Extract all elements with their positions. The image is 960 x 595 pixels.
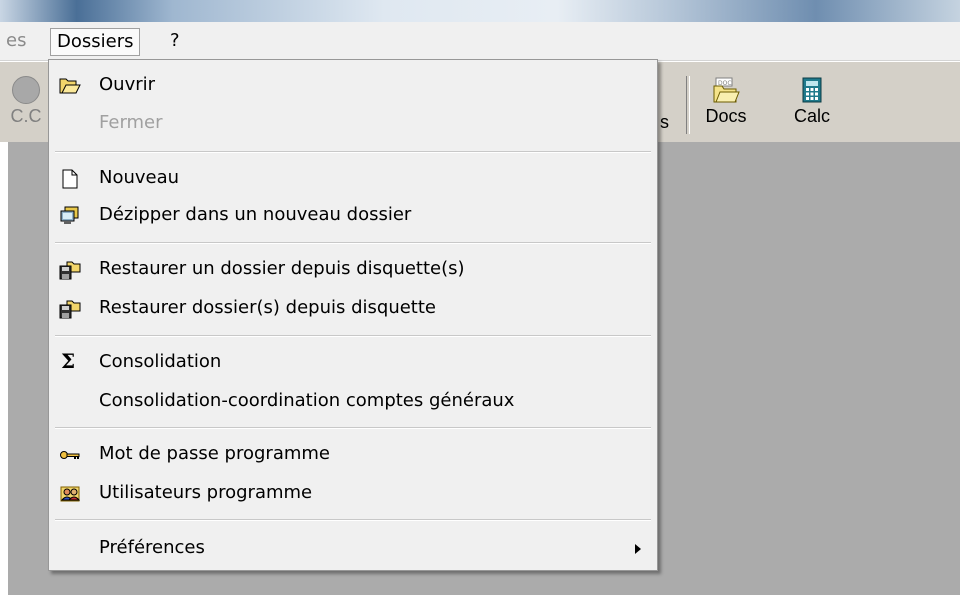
- toolbar-docs-label: Docs: [705, 106, 747, 126]
- toolbar-calc-label: Calc: [793, 106, 830, 126]
- menu-item-utilisateurs[interactable]: Utilisateurs programme: [49, 476, 657, 510]
- menu-previous[interactable]: es: [0, 28, 32, 54]
- menu-separator: [55, 151, 651, 153]
- menu-item-preferences[interactable]: Préférences: [49, 531, 657, 565]
- users-icon: [60, 486, 81, 502]
- menu-help[interactable]: ?: [164, 28, 186, 54]
- sigma-icon: Σ: [61, 349, 76, 373]
- menu-separator: [55, 519, 651, 521]
- menu-item-label: Consolidation-coordination comptes génér…: [99, 390, 515, 411]
- title-bar: [0, 0, 960, 22]
- menu-separator: [55, 335, 651, 337]
- open-folder-icon: [59, 78, 81, 94]
- menu-item-label: Préférences: [99, 537, 205, 558]
- menu-bar: es Dossiers ?: [0, 22, 960, 61]
- menu-item-label: Restaurer un dossier depuis disquette(s): [99, 258, 465, 279]
- toolbar-cc-button[interactable]: C.C: [6, 72, 46, 134]
- toolbar-docs-button[interactable]: DOC Docs: [696, 72, 756, 134]
- workspace-edge: [0, 142, 8, 595]
- menu-item-label: Mot de passe programme: [99, 443, 330, 464]
- menu-item-label: Fermer: [99, 112, 163, 133]
- menu-item-dezipper[interactable]: Dézipper dans un nouveau dossier: [49, 198, 657, 232]
- key-icon: [60, 451, 80, 459]
- menu-item-label: Consolidation: [99, 351, 222, 372]
- menu-separator: [55, 427, 651, 429]
- menu-item-label: Dézipper dans un nouveau dossier: [99, 204, 412, 225]
- submenu-arrow-icon: [635, 544, 641, 554]
- toolbar-calc-button[interactable]: Calc: [782, 72, 842, 134]
- menu-dossiers[interactable]: Dossiers: [50, 28, 141, 56]
- menu-item-label: Nouveau: [99, 167, 180, 188]
- restore-icon: [59, 300, 81, 319]
- menu-item-mot-de-passe[interactable]: Mot de passe programme: [49, 437, 657, 471]
- menu-item-label: Utilisateurs programme: [99, 482, 313, 503]
- menu-item-restaurer-un-dossier[interactable]: Restaurer un dossier depuis disquette(s): [49, 252, 657, 286]
- menu-item-nouveau[interactable]: Nouveau: [49, 161, 657, 195]
- toolbar-s-label: s: [660, 112, 669, 132]
- menu-item-restaurer-dossiers[interactable]: Restaurer dossier(s) depuis disquette: [49, 291, 657, 325]
- new-document-icon: [62, 169, 78, 189]
- cc-icon: [12, 76, 40, 104]
- menu-item-consolidation[interactable]: Σ Consolidation: [49, 345, 657, 379]
- menu-item-label: Restaurer dossier(s) depuis disquette: [99, 297, 436, 318]
- menu-item-fermer[interactable]: Fermer: [49, 106, 657, 140]
- docs-icon: DOC: [713, 77, 740, 103]
- toolbar-cc-label: C.C: [10, 106, 42, 126]
- menu-item-label: Ouvrir: [99, 74, 156, 95]
- toolbar-separator: [686, 76, 690, 134]
- menu-separator: [55, 242, 651, 244]
- unzip-icon: [60, 206, 79, 224]
- menu-item-ouvrir[interactable]: Ouvrir: [49, 68, 657, 102]
- dossiers-dropdown-menu: Ouvrir Fermer Nouveau Dézipper dans un n…: [48, 59, 658, 571]
- restore-icon: [59, 261, 81, 280]
- menu-item-consolidation-coordination[interactable]: Consolidation-coordination comptes génér…: [49, 384, 657, 418]
- calculator-icon: [802, 77, 822, 103]
